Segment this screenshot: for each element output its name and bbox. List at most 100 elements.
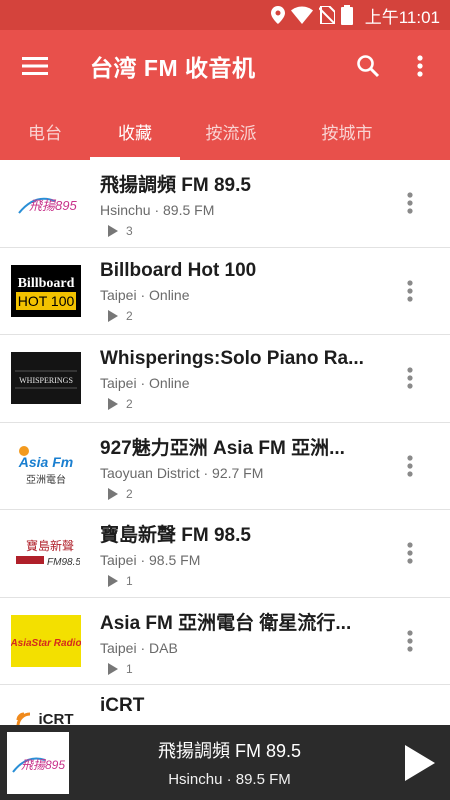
station-name: 寶島新聲 FM 98.5 bbox=[100, 525, 251, 547]
station-logo: AsiaStar Radio bbox=[11, 614, 81, 667]
station-logo: Billboard HOT 100 bbox=[11, 264, 81, 317]
wifi-icon bbox=[290, 6, 313, 24]
overflow-menu-button[interactable] bbox=[394, 30, 446, 102]
station-location: Hsinchu · 89.5 FM bbox=[100, 202, 215, 219]
app-title: 台湾 FM 收音机 bbox=[90, 55, 256, 81]
play-count: 1 bbox=[100, 662, 390, 676]
play-count-icon bbox=[108, 575, 118, 588]
station-row[interactable]: iCRT iCRT bbox=[0, 685, 450, 725]
tab-label: 电台 bbox=[28, 123, 62, 143]
station-location: Taipei · Online bbox=[100, 287, 190, 304]
station-row[interactable]: Billboard HOT 100 Billboard Hot 100 Taip… bbox=[0, 248, 450, 335]
station-name: 927魅力亞洲 Asia FM 亞洲... bbox=[100, 437, 345, 459]
more-vertical-icon bbox=[407, 192, 413, 214]
app-bar: 台湾 FM 收音机 bbox=[0, 30, 450, 102]
play-count-value: 3 bbox=[126, 224, 133, 239]
more-vertical-icon bbox=[407, 542, 413, 564]
play-count-icon bbox=[108, 662, 118, 675]
more-vertical-icon bbox=[407, 280, 413, 302]
station-row[interactable]: Asia Fm 亞洲電台 927魅力亞洲 Asia FM 亞洲... Taoyu… bbox=[0, 423, 450, 510]
station-row[interactable]: AsiaStar Radio Asia FM 亞洲電台 衛星流行... Taip… bbox=[0, 598, 450, 685]
station-row[interactable]: WHISPERINGS Whisperings:Solo Piano Ra...… bbox=[0, 335, 450, 423]
station-logo: 飛揚895 bbox=[11, 177, 81, 229]
play-count-value: 1 bbox=[126, 661, 133, 676]
play-count-value: 2 bbox=[126, 396, 133, 411]
station-more-button[interactable] bbox=[390, 611, 430, 671]
tab-label: 收藏 bbox=[118, 123, 152, 143]
search-button[interactable] bbox=[342, 30, 394, 102]
station-location: Taipei · 98.5 FM bbox=[100, 552, 201, 569]
play-icon bbox=[405, 744, 435, 781]
station-row[interactable]: 寶島新聲 FM98.5 寶島新聲 FM 98.5 Taipei · 98.5 F… bbox=[0, 510, 450, 598]
station-more-button[interactable] bbox=[390, 348, 430, 408]
tab-favorites[interactable]: 收藏 bbox=[90, 102, 180, 160]
hamburger-icon bbox=[22, 57, 48, 75]
logo-text: Billboard bbox=[18, 276, 75, 291]
play-count-icon bbox=[108, 397, 118, 410]
play-count-icon bbox=[108, 487, 118, 500]
station-more-button[interactable] bbox=[390, 261, 430, 321]
tab-label: 按城市 bbox=[321, 123, 373, 143]
station-name: Asia FM 亞洲電台 衛星流行... bbox=[100, 612, 352, 634]
player-info: 飛揚調頻 FM 89.5 Hsinchu · 89.5 FM bbox=[69, 737, 390, 788]
more-vertical-icon bbox=[407, 455, 413, 477]
play-count-value: 1 bbox=[126, 574, 133, 589]
station-name: Billboard Hot 100 bbox=[100, 260, 257, 282]
play-count-value: 2 bbox=[126, 309, 133, 324]
no-sim-icon bbox=[318, 6, 335, 24]
station-more-button[interactable] bbox=[390, 436, 430, 496]
play-count: 1 bbox=[100, 574, 390, 588]
logo-text: Asia Fm bbox=[18, 454, 73, 470]
station-location: Taoyuan District · 92.7 FM bbox=[100, 464, 264, 481]
more-vertical-icon bbox=[407, 367, 413, 389]
more-vertical-icon bbox=[417, 55, 423, 77]
tab-stations[interactable]: 电台 bbox=[0, 102, 90, 160]
logo-text: FM98.5 bbox=[47, 557, 80, 568]
logo-text: iCRT bbox=[39, 711, 74, 725]
play-count-icon bbox=[108, 310, 118, 323]
station-more-button[interactable] bbox=[390, 713, 430, 725]
player-title: 飛揚調頻 FM 89.5 bbox=[157, 741, 302, 761]
station-list: 飛揚895 飛揚調頻 FM 89.5 Hsinchu · 89.5 FM 3 B… bbox=[0, 160, 450, 725]
station-logo: 寶島新聲 FM98.5 bbox=[11, 527, 81, 579]
more-vertical-icon bbox=[407, 630, 413, 652]
station-logo: Asia Fm 亞洲電台 bbox=[11, 440, 81, 492]
station-name: iCRT bbox=[100, 695, 145, 716]
tab-label: 按流派 bbox=[205, 123, 257, 143]
station-more-button[interactable] bbox=[390, 523, 430, 583]
play-count: 2 bbox=[100, 397, 390, 411]
player-station-logo: 飛揚895 bbox=[7, 731, 69, 794]
station-row[interactable]: 飛揚895 飛揚調頻 FM 89.5 Hsinchu · 89.5 FM 3 bbox=[0, 160, 450, 248]
tab-bar: 电台 收藏 按流派 按城市 bbox=[0, 102, 450, 160]
logo-text: 飛揚895 bbox=[29, 198, 77, 213]
logo-text: HOT 100 bbox=[18, 293, 75, 309]
status-time: 上午11:01 bbox=[364, 7, 440, 27]
play-count-value: 2 bbox=[126, 486, 133, 501]
station-logo: iCRT bbox=[11, 695, 81, 725]
menu-button[interactable] bbox=[0, 30, 70, 102]
player-subtitle: Hsinchu · 89.5 FM bbox=[168, 771, 291, 788]
play-count-icon bbox=[108, 225, 118, 238]
mini-player[interactable]: 飛揚895 飛揚調頻 FM 89.5 Hsinchu · 89.5 FM bbox=[0, 725, 450, 800]
play-count: 2 bbox=[100, 487, 390, 501]
logo-text: AsiaStar Radio bbox=[11, 638, 81, 649]
logo-text: 亞洲電台 bbox=[26, 473, 66, 486]
search-icon bbox=[357, 55, 380, 78]
station-location: Taipei · Online bbox=[100, 374, 190, 391]
station-location: Taipei · DAB bbox=[100, 639, 178, 656]
location-icon bbox=[270, 6, 285, 24]
logo-text: 飛揚895 bbox=[21, 758, 65, 772]
station-more-button[interactable] bbox=[390, 173, 430, 233]
tab-by-city[interactable]: 按城市 bbox=[282, 102, 412, 160]
battery-icon bbox=[340, 5, 353, 25]
play-count: 2 bbox=[100, 309, 390, 323]
play-count: 3 bbox=[100, 224, 390, 238]
status-bar: 上午11:01 bbox=[0, 0, 450, 30]
station-name: 飛揚調頻 FM 89.5 bbox=[100, 175, 251, 197]
station-name: Whisperings:Solo Piano Ra... bbox=[100, 347, 364, 369]
logo-text: WHISPERINGS bbox=[19, 376, 73, 385]
play-button[interactable] bbox=[390, 725, 450, 800]
logo-text: 寶島新聲 bbox=[26, 538, 74, 553]
tab-by-genre[interactable]: 按流派 bbox=[180, 102, 282, 160]
station-logo: WHISPERINGS bbox=[11, 352, 81, 405]
